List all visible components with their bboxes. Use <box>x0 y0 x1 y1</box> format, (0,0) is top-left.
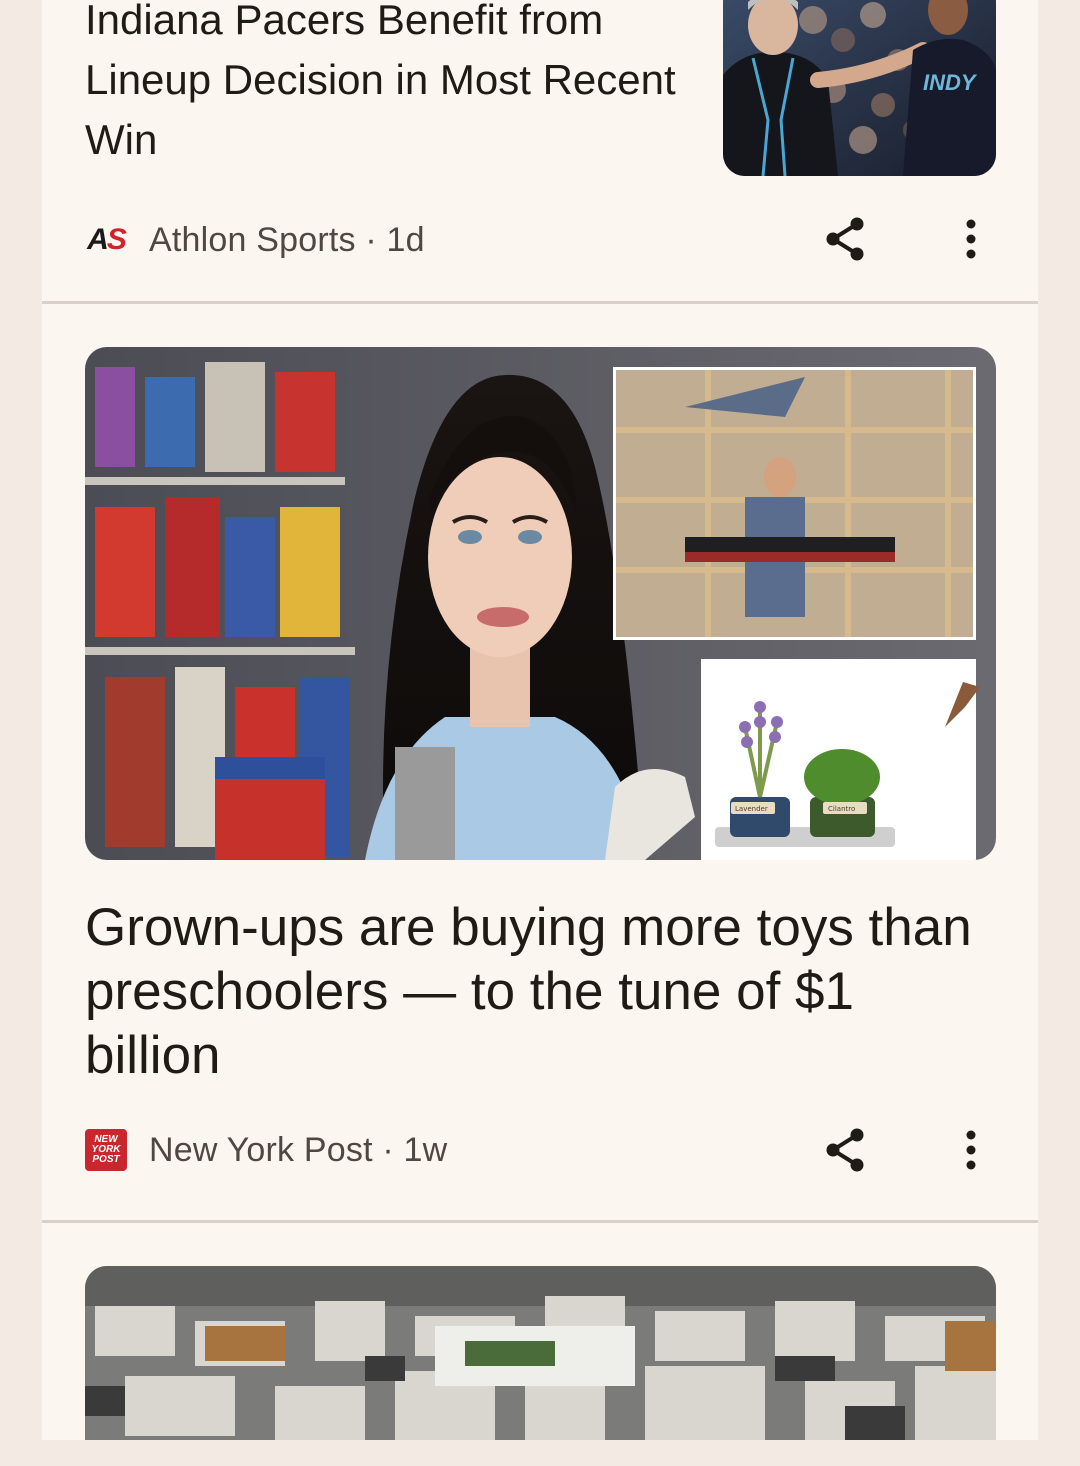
share-icon <box>826 1128 864 1172</box>
toys-collage-photo: Lavender Cilantro <box>85 347 996 860</box>
electronics-pile-photo <box>85 1266 996 1440</box>
article-headline[interactable]: Grown-ups are buying more toys than pres… <box>85 896 985 1088</box>
more-vert-icon <box>966 1130 976 1170</box>
jersey-text: INDY <box>923 70 978 95</box>
new-york-post-logo: NEW YORK POST <box>85 1129 127 1171</box>
article-hero-image[interactable]: Lavender Cilantro <box>85 347 996 860</box>
article-headline[interactable]: Indiana Pacers Benefit from Lineup Decis… <box>85 0 685 170</box>
plant-label-lavender: Lavender <box>735 805 768 813</box>
article-source-row: NEW YORK POST New York Post · 1w <box>85 1125 447 1175</box>
share-button[interactable] <box>815 1120 875 1180</box>
divider <box>42 1220 1038 1223</box>
divider <box>42 301 1038 304</box>
article-hero-image[interactable] <box>85 1266 996 1466</box>
more-vert-icon <box>966 219 976 259</box>
article-source-row: AS Athlon Sports · 1d <box>85 215 425 265</box>
logo-line: POST <box>92 1154 120 1165</box>
more-options-button[interactable] <box>941 1120 1001 1180</box>
share-icon <box>826 217 864 261</box>
source-meta: Athlon Sports · 1d <box>149 220 425 259</box>
basketball-photo: INDY <box>723 0 996 176</box>
athlon-sports-logo: AS <box>87 223 127 256</box>
article-thumbnail[interactable]: INDY <box>723 0 996 176</box>
more-options-button[interactable] <box>941 209 1001 269</box>
plant-label-cilantro: Cilantro <box>828 805 855 813</box>
source-meta: New York Post · 1w <box>149 1130 448 1169</box>
share-button[interactable] <box>815 209 875 269</box>
